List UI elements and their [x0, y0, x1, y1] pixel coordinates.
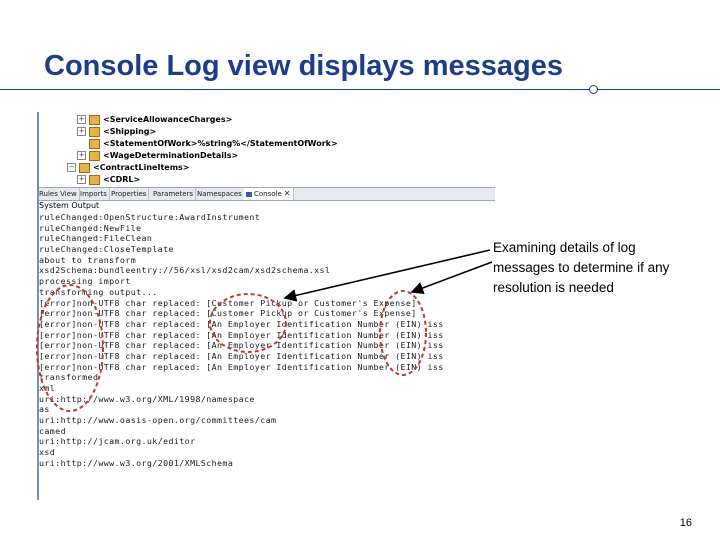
- console-line: ruleChanged:OpenStructure:AwardInstrumen…: [39, 212, 261, 222]
- view-tab-bar: Rules View Imports Properties Parameters…: [37, 187, 495, 201]
- expand-toggle-icon[interactable]: +: [77, 175, 86, 184]
- tab-rules-view[interactable]: Rules View: [37, 188, 80, 200]
- tree-row-label: <ServiceAllowanceCharges>: [103, 115, 233, 124]
- console-icon: [246, 191, 252, 197]
- console-output-header: System Output: [39, 201, 100, 210]
- collapse-toggle-icon[interactable]: −: [67, 163, 76, 172]
- divider-dot: [589, 85, 598, 94]
- tree-row-label: <CDRL>: [103, 175, 141, 184]
- console-line: uri:http://www.w3.org/2001/XMLSchema: [39, 457, 234, 468]
- expand-toggle-icon[interactable]: +: [77, 115, 86, 124]
- tree-row[interactable]: + <WageDeterminationDetails>: [77, 150, 238, 162]
- tree-row[interactable]: + <CDRL>: [77, 174, 140, 186]
- xml-node-icon: [89, 114, 100, 125]
- xml-node-icon: [89, 174, 100, 185]
- console-line: as: [39, 404, 50, 415]
- console-line: transforming output...: [39, 286, 158, 297]
- console-line: uri:http://jcam.org.uk/editor: [39, 436, 196, 447]
- console-line: uri:http://www.oasis-open.org/committees…: [39, 415, 277, 426]
- console-line: ruleChanged:CloseTemplate: [39, 244, 174, 255]
- console-line: xml: [39, 383, 56, 393]
- console-output: ruleChanged:OpenStructure:AwardInstrumen…: [39, 212, 495, 469]
- tree-row-label: <Shipping>: [103, 127, 157, 136]
- tab-console-label: Console: [254, 190, 282, 198]
- tab-parameters[interactable]: Parameters: [151, 188, 197, 200]
- console-line: about to transform: [39, 254, 137, 265]
- console-line: ruleChanged:FileClean: [39, 233, 153, 244]
- slide-title: Console Log view displays messages: [44, 50, 563, 82]
- xml-node-icon: [79, 162, 90, 173]
- console-line: transformed: [39, 372, 99, 383]
- tree-row-label: <WageDeterminationDetails>: [103, 151, 239, 160]
- console-line: xsd: [39, 447, 56, 458]
- page-number: 16: [679, 517, 692, 529]
- console-line: [error]non-UTF8 char replaced: [An Emplo…: [39, 361, 444, 372]
- tab-console[interactable]: Console ✕: [244, 188, 294, 200]
- console-line: processing import: [39, 276, 131, 287]
- callout-text: Examining details of log messages to det…: [493, 240, 670, 295]
- tree-row-label: <StatementOfWork>%string%</StatementOfWo…: [103, 139, 338, 148]
- tree-row[interactable]: <StatementOfWork>%string%</StatementOfWo…: [89, 138, 338, 150]
- console-line: uri:http://www.w3.org/XML/1998/namespace: [39, 393, 255, 404]
- tab-properties[interactable]: Properties: [109, 188, 150, 200]
- xml-node-icon: [89, 138, 100, 149]
- expand-toggle-icon[interactable]: +: [77, 151, 86, 160]
- tree-row[interactable]: + <Shipping>: [77, 126, 156, 138]
- tab-imports[interactable]: Imports: [78, 188, 110, 200]
- expand-toggle-icon[interactable]: +: [77, 127, 86, 136]
- console-line: xsd2Schema:bundleentry://56/xsl/xsd2cam/…: [39, 265, 331, 276]
- title-divider: [0, 89, 720, 90]
- tree-row[interactable]: + <ServiceAllowanceCharges>: [77, 114, 232, 126]
- tree-row-label: <ContractLineItems>: [93, 163, 190, 172]
- console-line: [error]non-UTF8 char replaced: [An Emplo…: [39, 350, 444, 361]
- screenshot-border: [37, 112, 39, 500]
- console-line: [error]non-UTF8 char replaced: [Customer…: [39, 308, 417, 319]
- console-line: camed: [39, 425, 66, 436]
- xml-node-icon: [89, 126, 100, 137]
- xml-tree-view: + <ServiceAllowanceCharges> + <Shipping> <…: [37, 112, 495, 186]
- close-icon[interactable]: ✕: [284, 189, 291, 198]
- xml-node-icon: [89, 150, 100, 161]
- eclipse-screenshot: + <ServiceAllowanceCharges> + <Shipping> <…: [37, 112, 495, 500]
- tab-namespaces[interactable]: Namespaces: [195, 188, 245, 200]
- console-line: [error]non-UTF8 char replaced: [An Emplo…: [39, 318, 444, 329]
- console-line: ruleChanged:NewFile: [39, 222, 142, 233]
- console-line: [error]non-UTF8 char replaced: [An Emplo…: [39, 329, 444, 340]
- tree-row[interactable]: − <ContractLineItems>: [67, 162, 190, 174]
- console-line: [error]non-UTF8 char replaced: [An Emplo…: [39, 340, 444, 351]
- console-line: [error]non-UTF8 char replaced: [Customer…: [39, 297, 417, 308]
